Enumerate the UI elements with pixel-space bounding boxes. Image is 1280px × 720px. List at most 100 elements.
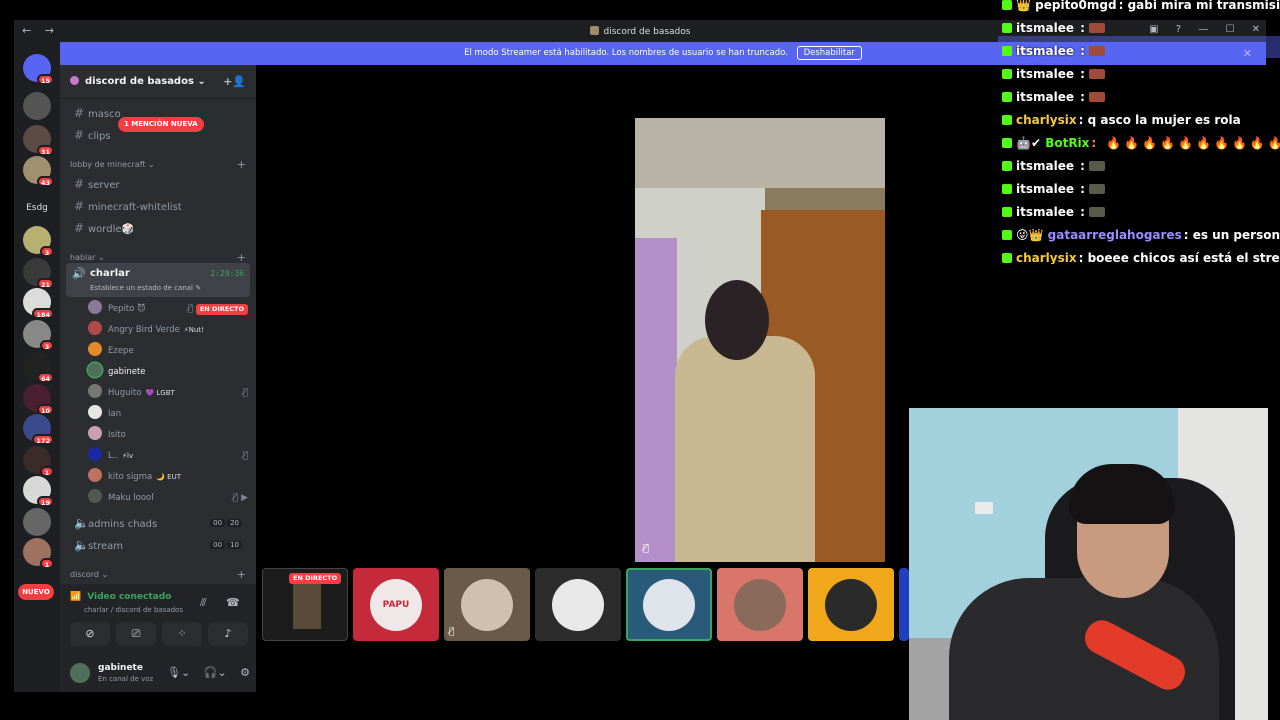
kick-badge-icon xyxy=(1002,184,1012,194)
channel-server[interactable]: # server xyxy=(66,174,250,194)
avatar xyxy=(88,321,102,335)
avatar xyxy=(88,300,102,314)
category-discord[interactable]: discord ⌄ + xyxy=(70,568,246,581)
chat-message: itsmalee : xyxy=(1002,86,1280,108)
channel-minecraft-whitelist[interactable]: # minecraft-whitelist xyxy=(66,196,250,216)
emote-icon xyxy=(1088,161,1105,171)
channel-clips[interactable]: # clips xyxy=(66,125,250,145)
server-icon[interactable]: 1 xyxy=(23,446,54,477)
chat-message: itsmalee : xyxy=(1002,178,1280,200)
server-badge: 1 xyxy=(40,466,54,477)
avatar xyxy=(88,342,102,356)
hash-icon: # xyxy=(74,221,85,235)
server-icon[interactable]: 19 xyxy=(23,476,54,507)
user-tag: 💜 LGBT xyxy=(145,389,175,397)
server-badge: 172 xyxy=(32,434,54,445)
voice-user[interactable]: Ian xyxy=(88,404,248,424)
voice-user[interactable]: Angry Bird Verde ⚡Nut! xyxy=(88,320,248,340)
server-icon[interactable]: 172 xyxy=(23,414,54,445)
avatar xyxy=(88,426,102,440)
add-channel-icon[interactable]: + xyxy=(237,568,246,581)
server-icon[interactable]: 21 xyxy=(23,258,54,289)
voice-status[interactable]: 📶 Video conectado xyxy=(70,592,171,602)
voice-user[interactable]: Isito xyxy=(88,425,248,445)
category-hablar[interactable]: hablar ⌄ + xyxy=(70,251,246,264)
chevron-down-icon: ⌄ xyxy=(197,76,206,87)
user-tag: 🌙 EUT xyxy=(156,473,181,481)
server-icon[interactable]: 43 xyxy=(23,156,54,187)
participant-tile[interactable] xyxy=(717,568,803,641)
channel-name: server xyxy=(88,180,120,191)
category-minecraft[interactable]: lobby de minecraft ⌄ + xyxy=(70,158,246,171)
voice-location[interactable]: charlar / discord de basados xyxy=(84,606,183,614)
voice-user[interactable]: Ezepe xyxy=(88,341,248,361)
voice-user[interactable]: Maku loool 🎙̸ ▶ xyxy=(88,488,248,508)
chat-message: itsmalee : xyxy=(1002,40,1280,62)
server-icon[interactable]: 64 xyxy=(23,352,54,383)
user-limit-counter: 00 20 xyxy=(208,519,242,527)
emote-icon xyxy=(1088,184,1105,194)
activities-button[interactable]: ⁘ xyxy=(162,622,202,646)
hash-icon: # xyxy=(74,199,85,213)
voice-user[interactable]: L.. ⚡lv 🎙̸ xyxy=(88,446,248,466)
avatar xyxy=(88,405,102,419)
live-badge: EN DIRECTO xyxy=(195,304,248,315)
person-add-icon[interactable]: +👤 xyxy=(223,75,246,88)
disconnect-icon[interactable]: ☎ xyxy=(226,596,240,609)
screen-share-button[interactable]: ⎚ xyxy=(116,622,156,646)
crown-badge-icon: 👑 xyxy=(1016,0,1031,12)
focused-video-stream[interactable]: 🎙̸ xyxy=(635,118,885,562)
speaker-icon: 🔈 xyxy=(74,538,89,552)
channel-wordle[interactable]: # wordle🎲 xyxy=(66,218,250,238)
streamer-hair xyxy=(1069,464,1175,524)
guild-header[interactable]: discord de basados ⌄ +👤 xyxy=(60,65,256,99)
server-icon[interactable]: 10 xyxy=(23,384,54,415)
participant-tile-speaking[interactable] xyxy=(626,568,712,641)
avatar xyxy=(825,578,877,631)
user-name: Isito xyxy=(108,430,126,440)
server-icon-esdg[interactable]: Esdg xyxy=(23,194,51,222)
participant-tile[interactable]: 🎙̸ xyxy=(444,568,530,641)
noise-suppression-icon[interactable]: ⫻ xyxy=(200,596,207,610)
voice-user[interactable]: Huguito 💜 LGBT 🎙̸ xyxy=(88,383,248,403)
stream-chat-overlay: 👑 pepito0mgd: gabi mira mi transmision i… xyxy=(998,0,1280,264)
participant-tile[interactable] xyxy=(535,568,621,641)
camera-toggle-button[interactable]: ⊘ xyxy=(70,622,110,646)
avatar[interactable] xyxy=(70,663,90,683)
server-icon[interactable]: 31 xyxy=(23,125,54,156)
participant-tile[interactable]: PAPU xyxy=(353,568,439,641)
mic-icon[interactable]: 🎙⌄ xyxy=(167,666,190,679)
channel-sidebar: discord de basados ⌄ +👤 # masco 1 MENCIÓN… xyxy=(60,65,256,692)
participant-tile[interactable] xyxy=(899,568,909,641)
voice-user[interactable]: kito sigma 🌙 EUT xyxy=(88,467,248,487)
camera-icon: 🎙̸ ▶ xyxy=(232,493,248,503)
server-icon[interactable] xyxy=(23,92,51,120)
channel-status[interactable]: Establece un estado de canal ✎ xyxy=(90,284,201,292)
server-icon[interactable]: 3 xyxy=(23,226,54,257)
server-icon[interactable]: 1 xyxy=(23,538,54,569)
voice-channel-charlar[interactable]: 🔊 charlar 2:29:36 Establece un estado de… xyxy=(66,263,250,297)
user-name: Angry Bird Verde xyxy=(108,325,180,335)
participant-tile[interactable] xyxy=(808,568,894,641)
chat-text: : xyxy=(1075,21,1085,35)
avatar xyxy=(734,578,786,631)
voice-user[interactable]: Pepito 😈 🎙̸ EN DIRECTO xyxy=(88,299,248,319)
server-icon[interactable]: 184 xyxy=(23,288,54,319)
server-icon[interactable] xyxy=(23,508,51,536)
speaker-icon: 🔊 xyxy=(72,267,86,280)
voice-user-self[interactable]: gabinete xyxy=(88,362,248,382)
new-servers-pill[interactable]: NUEVO xyxy=(18,584,54,600)
add-channel-icon[interactable]: + xyxy=(237,158,246,171)
category-label: lobby de minecraft xyxy=(70,160,146,169)
chat-user: itsmalee xyxy=(1016,182,1074,196)
home-button[interactable]: 15 xyxy=(23,54,54,85)
user-name: gabinete xyxy=(108,367,146,377)
settings-gear-icon[interactable]: ⚙ xyxy=(240,666,250,679)
server-icon[interactable]: 3 xyxy=(23,320,54,351)
headphones-icon[interactable]: 🎧⌄ xyxy=(204,666,227,679)
chat-user: itsmalee xyxy=(1016,159,1074,173)
stream-screen: ← → discord de basados ▣ ? — ☐ ✕ El modo… xyxy=(0,0,1280,720)
soundboard-button[interactable]: ♪ xyxy=(208,622,248,646)
participant-tile-live[interactable]: EN DIRECTO xyxy=(262,568,348,641)
disable-streamer-button[interactable]: Deshabilitar xyxy=(796,46,862,60)
